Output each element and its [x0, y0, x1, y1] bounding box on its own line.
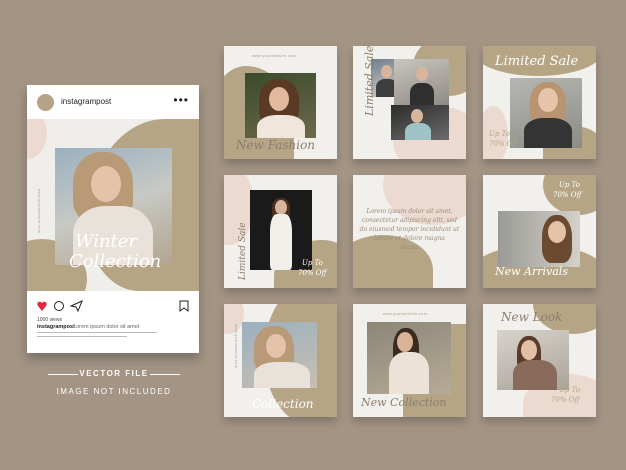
- offer-line2: 70% Off: [298, 269, 327, 277]
- offer-line1: Up To: [559, 181, 580, 189]
- tile-title: New Fashion: [236, 138, 316, 152]
- model-photo: [245, 73, 316, 138]
- tile-title: New Collection: [361, 396, 447, 409]
- side-title: Limited Sale: [238, 222, 248, 280]
- website: www.yourwebsite.com: [383, 312, 428, 316]
- template-tile-8[interactable]: www.yourwebsite.com New Collection: [353, 304, 466, 417]
- instagram-post-mockup: instagrampost ••• www.yourwebsite.com Wi…: [27, 85, 199, 353]
- share-icon[interactable]: [69, 300, 83, 313]
- tile-title: Limited Sale: [495, 54, 579, 69]
- template-tile-7[interactable]: www.yourwebsite.com Collection: [224, 304, 337, 417]
- template-tile-6[interactable]: Up To 70% Off New Arrivals: [483, 175, 596, 288]
- template-tile-4[interactable]: Limited Sale Up To 70% Off: [224, 175, 337, 288]
- model-photo: [250, 190, 312, 270]
- bookmark-icon[interactable]: [179, 300, 189, 312]
- offer-line2: 70% Off: [551, 396, 580, 404]
- offer-line1: Up To: [302, 259, 323, 267]
- username[interactable]: instagrampost: [61, 97, 111, 106]
- post-image: www.yourwebsite.com Winter Collection: [27, 119, 199, 291]
- divider-line: [150, 374, 180, 375]
- model-photo: [497, 330, 569, 390]
- model-photo: [498, 211, 580, 267]
- offer-line1: Up To: [489, 130, 510, 138]
- body-text: Lorem ipsum dolor sit amet, consectetur …: [359, 208, 460, 251]
- model-photo: [394, 59, 449, 105]
- model-photo: [242, 322, 317, 388]
- post-actions: [37, 299, 189, 313]
- template-tile-2[interactable]: Limited Sale: [353, 46, 466, 159]
- tile-title: New Look: [501, 310, 563, 324]
- footer-line1: VECTOR FILE: [79, 369, 149, 378]
- views-count: 1000 views: [37, 317, 63, 323]
- heart-icon[interactable]: [37, 301, 47, 311]
- offer-line2: 70% Off: [553, 191, 582, 199]
- pink-shape: [27, 119, 47, 159]
- template-tile-9[interactable]: New Look Up To 70% Off: [483, 304, 596, 417]
- model-photo: [367, 322, 451, 394]
- more-options-icon[interactable]: •••: [173, 93, 189, 107]
- tile-title: New Arrivals: [495, 265, 568, 278]
- website: www.yourwebsite.com: [252, 54, 297, 58]
- model-photo: [510, 78, 582, 148]
- website-vertical: www.yourwebsite.com: [234, 324, 238, 369]
- divider-line: [48, 374, 78, 375]
- comment-icon[interactable]: [54, 301, 64, 311]
- offer-line2: 70% Off: [489, 140, 518, 148]
- template-tile-5[interactable]: Lorem ipsum dolor sit amet, consectetur …: [353, 175, 466, 288]
- caption-placeholder-lines: [37, 332, 167, 342]
- website-vertical: www.yourwebsite.com: [37, 189, 41, 234]
- template-tile-1[interactable]: www.yourwebsite.com New Fashion: [224, 46, 337, 159]
- template-tile-3[interactable]: Limited Sale Up To 70% Off: [483, 46, 596, 159]
- tile-title: Collection: [252, 397, 314, 411]
- avatar[interactable]: [37, 94, 54, 111]
- post-header: instagrampost •••: [27, 85, 199, 119]
- footer-line2: IMAGE NOT INCLUDED: [56, 387, 172, 396]
- post-title-line1: Winter: [75, 231, 138, 252]
- side-title: Limited Sale: [363, 46, 376, 116]
- model-photo: [391, 105, 449, 140]
- offer-line1: Up To: [559, 386, 580, 394]
- post-title-line2: Collection: [69, 251, 162, 272]
- caption-text: Lorem ipsum dolor sit amet: [73, 324, 140, 330]
- caption-username[interactable]: instagrampost: [37, 324, 75, 330]
